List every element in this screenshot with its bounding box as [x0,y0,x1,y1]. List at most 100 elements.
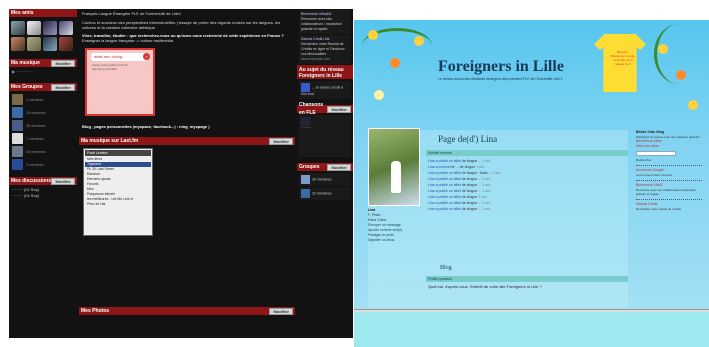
activity-header: Activité récente [426,150,628,156]
sidebar-search-input[interactable] [636,151,676,156]
friend-avatar[interactable] [27,37,41,51]
group-thumbnail [12,159,23,170]
profile-intro: Français Langue Étrangère FLE de l'Unive… [79,9,295,46]
friend-avatar[interactable] [59,21,73,35]
mes-amis-header: Mes amis [9,9,77,17]
flower-icon [414,36,424,46]
activity-time: 2 oct. [482,159,491,163]
friend-avatar[interactable] [27,21,41,35]
mes-groupes-header: Mes Groupes Modifier [9,83,77,91]
activity-link[interactable]: Lina a publié un billet [428,183,461,187]
right-column: Bienvenue Lilles&D Rencontre avec des co… [297,9,353,338]
activity-link[interactable]: Lina a publié un billet [428,195,461,199]
mes-discussions-header: Mes discussions Modifier [9,177,77,185]
mes-groupes-modify-button[interactable]: Modifier [51,83,75,91]
friend-avatar[interactable] [59,37,73,51]
groupes-title: Groupes [299,164,320,170]
activity-link[interactable]: Lina a commenté ... [428,165,459,169]
blog-subheading: Blog [440,265,452,271]
chansons-modify-button[interactable]: Modifier [327,105,351,113]
group-count: 2 membres [26,97,44,102]
report-abuse-link[interactable]: Signaler un abus [368,238,420,243]
player-row[interactable]: Peur de l'air [85,202,151,207]
ma-musique-header: Ma musique Modifier [9,59,77,67]
lastfm-header: Ma musique sur Last.fm Modifier [79,137,295,145]
discussion-item[interactable]: ········ (24 Sep) [9,193,77,199]
friend-avatar[interactable] [11,21,25,35]
sidebar-ad: Annonces Google Lorem ipsum dolor sit am… [636,165,702,177]
friend-avatar[interactable] [43,37,57,51]
mes-discussions-modify-button[interactable]: Modifier [51,177,75,185]
widget-url[interactable]: http://tiny.cc/mflwb [92,67,116,71]
site-title[interactable]: Foreigners in Lille [438,58,564,76]
status-widget[interactable]: what am i doing × Créez votre profil sur… [85,47,155,116]
sidebar-link[interactable]: Mais non alors [636,144,702,149]
activity-link[interactable]: Lina a publié un billet [428,171,461,175]
activity-text: de blogue ... [461,201,482,205]
page-title: Page de(d') Lina [438,134,498,144]
group-item[interactable]: 7 membres [9,132,77,145]
groupe-item[interactable]: 35 membres [299,173,351,186]
activity-time: 1 oct. [482,207,491,211]
intro-question: Vivre, travailler, étudier : que recherc… [82,32,284,38]
activity-time: 1 oct. [482,189,491,193]
group-item[interactable]: 15 membres [9,106,77,119]
activity-link[interactable]: Lina a publié un billet [428,207,461,211]
song-thumbnail [301,117,310,126]
news-box: Rachat Credit Lille Demandez votre Racha… [299,35,351,64]
ma-musique-modify-button[interactable]: Modifier [51,59,75,67]
group-item[interactable]: 2 membres [9,93,77,106]
profile-question-text: Quel est, d'après vous, l'intérêt de vot… [428,284,542,289]
discussion-link[interactable]: ········ [12,193,23,198]
intro-heading: Français Langue Étrangère FLE de l'Unive… [82,11,182,16]
activity-time: 1 oct. [482,183,491,187]
voir-tout-link[interactable]: Voir tout [301,92,349,97]
mes-photos-modify-button[interactable]: Modifier [269,307,293,315]
groupe-thumbnail [301,189,310,198]
group-item[interactable]: 16 membres [9,145,77,158]
chansons-title: Chansons en FLE [299,102,324,116]
sidebar-ad: Bienvenue LilleD Rencontre avec les coll… [636,180,702,196]
left-column: Mes amis Ma musique Modifier ▶ ·········… [9,9,77,338]
activity-text: de blogue ... [461,159,482,163]
activity-link[interactable]: Lina a publié un billet [428,159,461,163]
group-item[interactable]: 3 membres [9,158,77,171]
about-item: ... le réseau social à [312,85,344,90]
lastfm-modify-button[interactable]: Modifier [269,137,293,145]
group-thumbnail [12,146,23,157]
middle-column: Français Langue Étrangère FLE de l'Unive… [79,9,295,338]
lastfm-title: Ma musique sur Last.fm [81,138,139,144]
group-item[interactable]: 35 membres [9,119,77,132]
groupe-item[interactable]: 22 membres [299,187,351,200]
friends-grid [9,19,77,53]
mes-amis-title: Mes amis [11,10,34,16]
profile-photo[interactable] [368,128,420,206]
groupes-modify-button[interactable]: Modifier [327,163,351,171]
activity-link[interactable]: Lina a publié un billet [428,189,461,193]
activity-time: 1 oct. [482,201,491,205]
ma-musique-content: ▶ ··········· [9,69,77,83]
activity-item: Lina a publié un billet de blogue ... 1 … [426,206,628,212]
group-count: 35 membres [26,123,46,128]
activity-link[interactable]: Lina a publié un billet [428,201,461,205]
activity-text: de blogue ... [461,189,482,193]
mes-discussions-title: Mes discussions [11,178,52,184]
friend-avatar[interactable] [43,21,57,35]
activity-time: 1 oct. [482,177,491,181]
about-box: ... le réseau social à Voir tout [299,81,351,99]
song-link[interactable]: ········· [301,126,349,131]
groupe-thumbnail [301,175,310,184]
lastfm-player[interactable]: Posh Lecteur Mes titres Tiganech Pc 30 L… [83,148,153,236]
group-count: 16 membres [26,149,46,154]
widget-close-icon[interactable]: × [143,52,150,60]
news-sub: www.exemple.com [301,57,331,61]
friend-avatar[interactable] [11,37,25,51]
discussion-meta: (24 Sep) [23,193,40,198]
sidebar-search-label: Rechercher [636,158,652,162]
activity-time: 1 oct. [476,165,485,169]
music-play-icon[interactable]: ▶ ··········· [12,69,31,74]
group-count: 7 membres [26,136,44,141]
activity-link[interactable]: Lina a publié un billet [428,177,461,181]
discussion-link[interactable]: ········ [12,187,23,192]
chansons-box: ········· [299,115,351,157]
